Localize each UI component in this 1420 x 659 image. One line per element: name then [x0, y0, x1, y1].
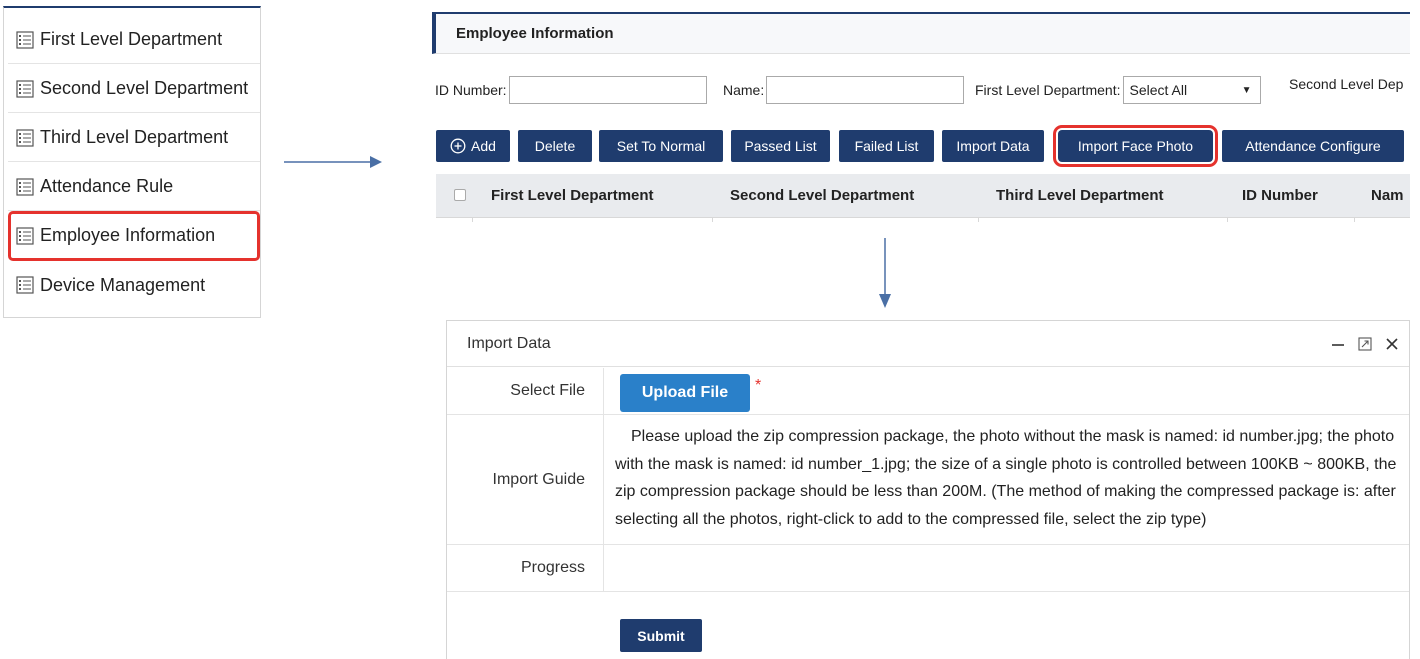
select-value: Select All	[1129, 82, 1188, 98]
upload-file-button[interactable]: Upload File	[620, 374, 750, 412]
passed-list-button[interactable]: Passed List	[731, 130, 830, 162]
menu-item-second-level-department[interactable]: Second Level Department	[8, 65, 260, 113]
add-button[interactable]: Add	[436, 130, 510, 162]
employee-information-panel: Employee Information ID Number: Name: Fi…	[432, 12, 1410, 222]
list-icon	[16, 79, 34, 98]
dropdown-caret-icon: ▼	[1241, 84, 1252, 96]
side-menu: First Level Department Second Level Depa…	[3, 6, 261, 318]
id-number-label: ID Number:	[435, 82, 507, 98]
panel-title: Employee Information	[432, 14, 1410, 54]
minimize-icon[interactable]	[1327, 333, 1349, 355]
import-guide-label: Import Guide	[492, 470, 585, 488]
column-divider	[472, 218, 473, 222]
name-label: Name:	[723, 82, 765, 98]
import-face-photo-button[interactable]: Import Face Photo	[1053, 125, 1218, 167]
import-data-button[interactable]: Import Data	[942, 130, 1044, 162]
arrow-right-icon	[284, 156, 382, 168]
menu-item-device-management[interactable]: Device Management	[8, 261, 260, 309]
column-header: First Level Department	[491, 187, 654, 204]
menu-item-first-level-department[interactable]: First Level Department	[8, 16, 260, 64]
list-icon	[16, 226, 34, 245]
name-filter: Name:	[723, 76, 965, 104]
name-input[interactable]	[766, 76, 965, 104]
column-divider	[978, 218, 979, 222]
column-header: Third Level Department	[996, 187, 1164, 204]
failed-list-button[interactable]: Failed List	[839, 130, 934, 162]
attendance-configure-button[interactable]: Attendance Configure	[1222, 130, 1404, 162]
id-number-filter: ID Number:	[435, 76, 707, 104]
plus-circle-icon	[450, 138, 466, 154]
select-all-checkbox[interactable]	[454, 189, 466, 201]
menu-item-label: Attendance Rule	[40, 176, 174, 196]
maximize-icon[interactable]	[1354, 333, 1376, 355]
close-icon[interactable]	[1381, 333, 1403, 355]
menu-item-third-level-department[interactable]: Third Level Department	[8, 114, 260, 162]
first-level-department-label: First Level Department:	[975, 82, 1121, 98]
submit-button[interactable]: Submit	[620, 619, 702, 652]
list-icon	[16, 128, 34, 147]
import-data-dialog: Import Data Select File Upload File * Im…	[446, 320, 1410, 659]
column-header: Nam	[1371, 187, 1404, 204]
import-guide-text: Please upload the zip compression packag…	[615, 428, 1397, 528]
progress-area	[605, 545, 1408, 591]
select-file-label: Select File	[510, 382, 585, 399]
menu-item-label: Employee Information	[40, 225, 216, 245]
menu-item-employee-information[interactable]: Employee Information	[8, 211, 260, 261]
menu-item-label: Device Management	[40, 274, 206, 295]
delete-button[interactable]: Delete	[518, 130, 592, 162]
list-icon	[16, 177, 34, 196]
row-divider	[447, 591, 1409, 592]
progress-label: Progress	[520, 559, 585, 576]
column-header: ID Number	[1242, 187, 1318, 204]
column-divider	[603, 368, 604, 592]
employee-table-header: First Level Department Second Level Depa…	[436, 174, 1410, 218]
second-level-department-filter: Second Level Dep	[1289, 76, 1403, 92]
dialog-title: Import Data	[447, 321, 1409, 367]
required-mark: *	[755, 377, 762, 394]
column-header: Second Level Department	[730, 187, 915, 204]
set-to-normal-button[interactable]: Set To Normal	[599, 130, 723, 162]
first-level-department-select[interactable]: Select All ▼	[1122, 76, 1261, 104]
column-divider	[1227, 218, 1228, 222]
menu-item-attendance-rule[interactable]: Attendance Rule	[8, 163, 260, 211]
menu-item-label: Third Level Department	[40, 127, 229, 147]
id-number-input[interactable]	[508, 76, 707, 104]
first-level-department-filter: First Level Department: Select All ▼	[975, 76, 1261, 104]
column-divider	[712, 218, 713, 222]
add-button-label: Add	[471, 138, 496, 154]
second-level-department-label: Second Level Dep	[1289, 76, 1404, 92]
list-icon	[16, 30, 34, 49]
column-divider	[1354, 218, 1355, 222]
arrow-down-icon	[879, 238, 891, 308]
menu-item-label: First Level Department	[40, 29, 223, 49]
list-icon	[16, 276, 34, 294]
menu-item-label: Second Level Department	[40, 78, 249, 98]
